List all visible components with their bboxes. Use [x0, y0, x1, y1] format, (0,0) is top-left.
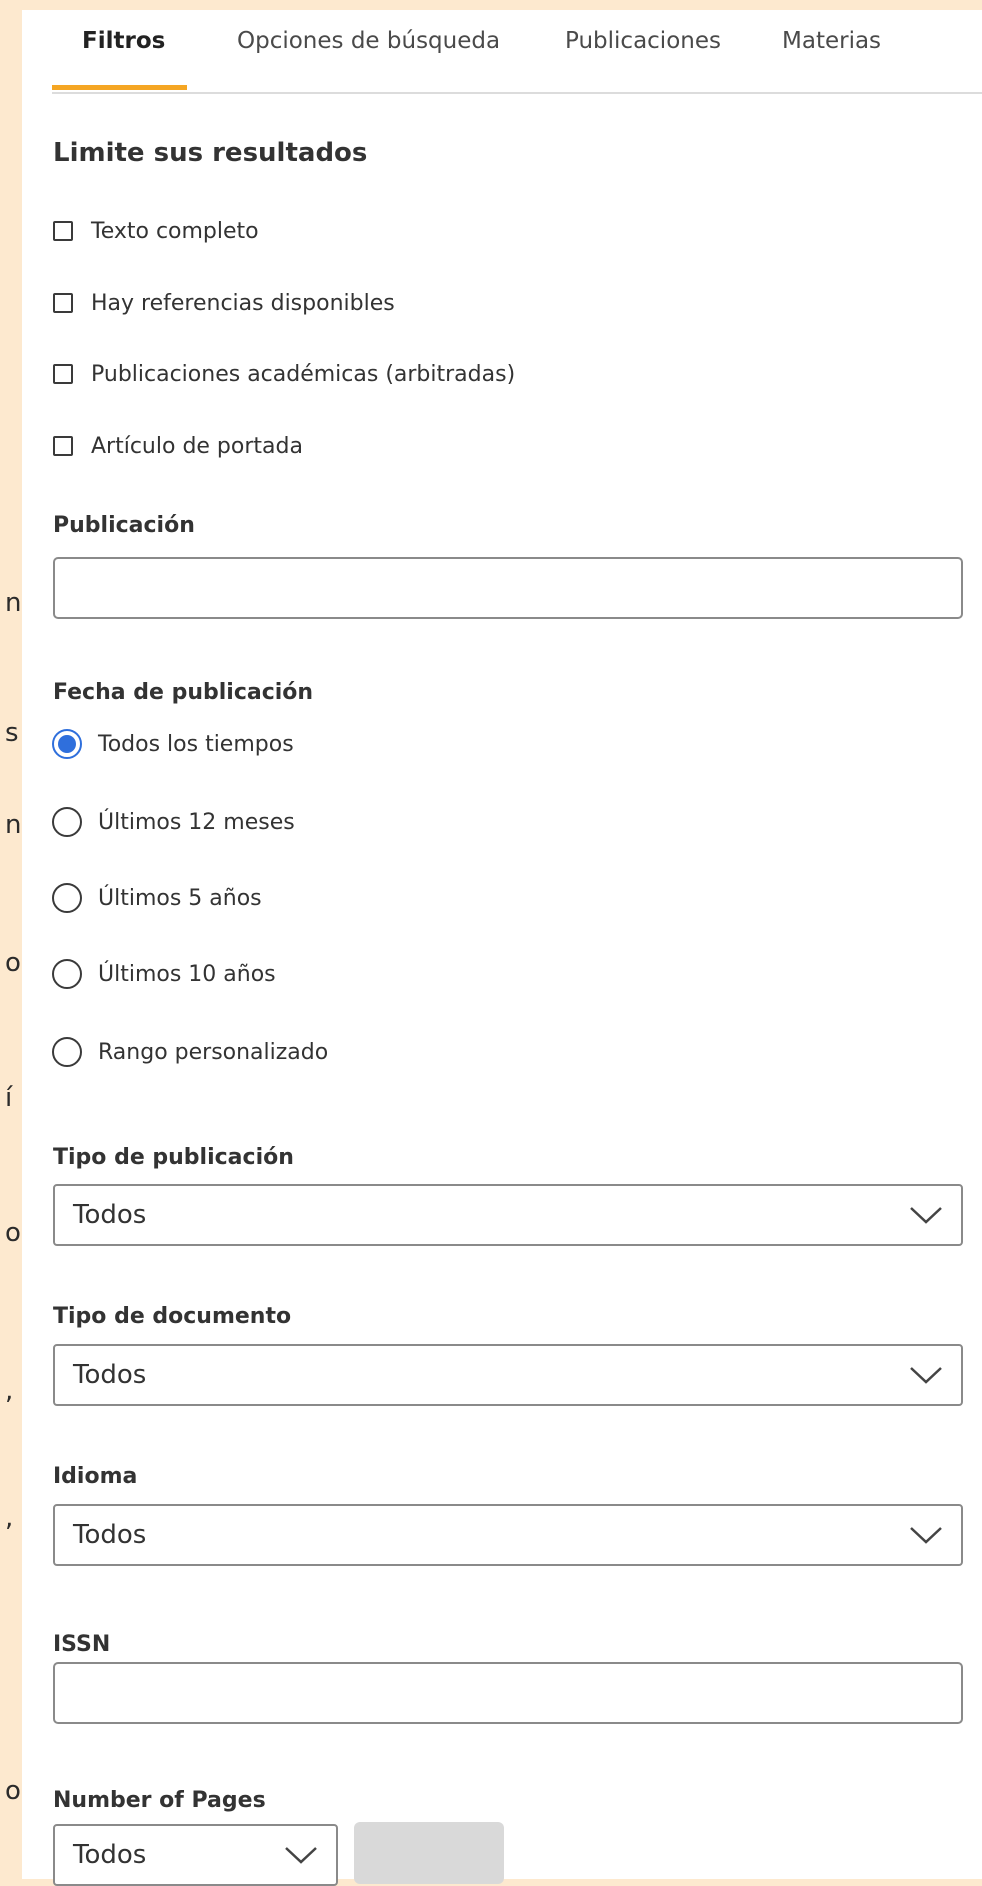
publication-type-label: Tipo de publicación [53, 1145, 294, 1170]
radio-last-5-years[interactable]: Últimos 5 años [52, 880, 262, 916]
checkbox-box[interactable] [53, 293, 73, 313]
edge-glyph: o [5, 1776, 21, 1806]
limit-results-heading: Limite sus resultados [53, 138, 368, 168]
checkbox-box[interactable] [53, 221, 73, 241]
tab-filtros[interactable]: Filtros [82, 28, 165, 54]
radio-label: Últimos 5 años [98, 885, 262, 911]
tab-opciones-busqueda[interactable]: Opciones de búsqueda [237, 28, 500, 54]
radio-button[interactable] [52, 807, 82, 837]
publication-input[interactable] [53, 557, 963, 619]
radio-button[interactable] [52, 1037, 82, 1067]
issn-input[interactable] [53, 1662, 963, 1724]
checkbox-references[interactable]: Hay referencias disponibles [53, 288, 395, 318]
tab-materias[interactable]: Materias [782, 28, 881, 54]
radio-label: Últimos 12 meses [98, 809, 295, 835]
radio-label: Últimos 10 años [98, 961, 276, 987]
radio-button[interactable] [52, 729, 82, 759]
number-of-pages-select[interactable]: Todos [53, 1824, 338, 1886]
edge-glyph: n [5, 810, 22, 840]
radio-custom-range[interactable]: Rango personalizado [52, 1034, 328, 1070]
radio-all-time[interactable]: Todos los tiempos [52, 726, 294, 762]
filters-panel: Filtros Opciones de búsqueda Publicacion… [22, 10, 982, 1886]
tab-publicaciones[interactable]: Publicaciones [565, 28, 721, 54]
number-of-pages-label: Number of Pages [53, 1788, 266, 1813]
select-value: Todos [73, 1200, 147, 1230]
chevron-down-icon [910, 1207, 942, 1224]
chevron-down-icon [285, 1847, 317, 1864]
radio-button[interactable] [52, 959, 82, 989]
edge-glyph: , [5, 1376, 14, 1406]
checkbox-peer-reviewed[interactable]: Publicaciones académicas (arbitradas) [53, 359, 515, 389]
publication-type-select[interactable]: Todos [53, 1184, 963, 1246]
checkbox-label: Texto completo [91, 218, 259, 244]
checkbox-box[interactable] [53, 436, 73, 456]
edge-glyph: , [5, 1503, 14, 1533]
document-type-select[interactable]: Todos [53, 1344, 963, 1406]
chevron-down-icon [910, 1527, 942, 1544]
edge-glyph: í [5, 1083, 13, 1113]
select-value: Todos [73, 1840, 147, 1870]
publication-label: Publicación [53, 513, 195, 538]
radio-button[interactable] [52, 883, 82, 913]
radio-label: Rango personalizado [98, 1039, 329, 1065]
publication-date-label: Fecha de publicación [53, 680, 314, 705]
checkbox-label: Hay referencias disponibles [91, 290, 395, 316]
document-type-label: Tipo de documento [53, 1304, 292, 1329]
tab-bar: Filtros Opciones de búsqueda Publicacion… [52, 10, 982, 94]
checkbox-label: Publicaciones académicas (arbitradas) [91, 361, 516, 387]
edge-glyph: o [5, 948, 21, 978]
radio-last-10-years[interactable]: Últimos 10 años [52, 956, 276, 992]
chevron-down-icon [910, 1367, 942, 1384]
select-value: Todos [73, 1520, 147, 1550]
language-select[interactable]: Todos [53, 1504, 963, 1566]
checkbox-full-text[interactable]: Texto completo [53, 216, 259, 246]
select-value: Todos [73, 1360, 147, 1390]
active-tab-indicator [52, 85, 187, 90]
checkbox-label: Artículo de portada [91, 433, 303, 459]
left-page-strip: n s n o í o , , o [0, 0, 22, 1879]
checkbox-cover-story[interactable]: Artículo de portada [53, 431, 303, 461]
checkbox-box[interactable] [53, 364, 73, 384]
pages-apply-button[interactable] [354, 1822, 504, 1884]
radio-last-12-months[interactable]: Últimos 12 meses [52, 804, 295, 840]
language-label: Idioma [53, 1464, 138, 1489]
edge-glyph: s [5, 718, 19, 748]
edge-glyph: o [5, 1218, 21, 1248]
edge-glyph: n [5, 588, 22, 618]
issn-label: ISSN [53, 1632, 111, 1657]
radio-label: Todos los tiempos [98, 731, 294, 757]
